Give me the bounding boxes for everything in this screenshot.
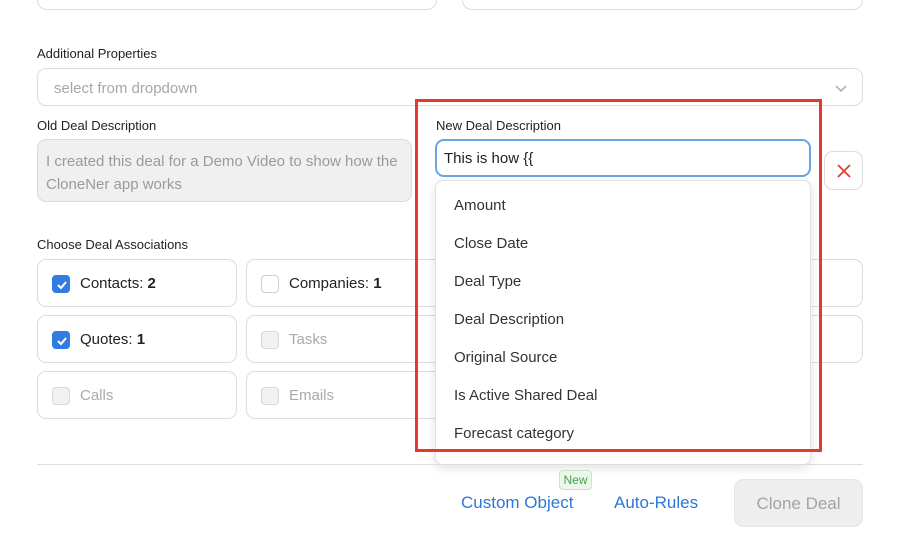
clone-deal-label: Clone Deal <box>756 494 841 513</box>
auto-rules-link[interactable]: Auto-Rules <box>614 493 698 513</box>
tasks-checkbox <box>261 331 279 349</box>
calls-label: Calls <box>80 387 114 404</box>
association-companies[interactable]: Companies: 1 <box>246 259 446 307</box>
new-badge: New <box>559 470 592 490</box>
chevron-down-icon <box>835 85 847 92</box>
clone-deal-button[interactable]: Clone Deal <box>734 479 863 527</box>
associations-label: Choose Deal Associations <box>37 237 189 252</box>
tasks-label: Tasks <box>289 331 328 348</box>
dropdown-option-is-active-shared-deal[interactable]: Is Active Shared Deal <box>454 387 597 404</box>
remove-description-button[interactable] <box>824 151 863 190</box>
dropdown-option-original-source[interactable]: Original Source <box>454 349 557 366</box>
calls-checkbox <box>52 387 70 405</box>
association-contacts[interactable]: Contacts: 2 <box>37 259 237 307</box>
additional-properties-placeholder: select from dropdown <box>54 80 198 97</box>
emails-checkbox <box>261 387 279 405</box>
emails-label: Emails <box>289 387 335 404</box>
old-description-field: I created this deal for a Demo Video to … <box>37 139 412 202</box>
checkmark-icon <box>57 337 67 346</box>
custom-object-link[interactable]: Custom Object <box>461 493 573 513</box>
dropdown-option-close-date[interactable]: Close Date <box>454 235 528 252</box>
footer-divider <box>37 464 863 465</box>
association-calls: Calls <box>37 371 237 419</box>
quotes-label: Quotes: 1 <box>80 331 146 348</box>
association-third-column-edge[interactable] <box>812 259 863 307</box>
previous-field-right[interactable] <box>462 0 863 10</box>
dropdown-option-forecast-category[interactable]: Forecast category <box>454 425 574 442</box>
checkmark-icon <box>57 281 67 290</box>
dropdown-option-amount[interactable]: Amount <box>454 197 506 214</box>
contacts-checkbox[interactable] <box>52 275 70 293</box>
additional-properties-select[interactable]: select from dropdown <box>37 68 863 106</box>
new-description-value: This is how {{ <box>444 150 534 167</box>
old-description-text: I created this deal for a Demo Video to … <box>46 153 398 193</box>
quotes-checkbox[interactable] <box>52 331 70 349</box>
companies-label: Companies: 1 <box>289 275 382 292</box>
additional-properties-label: Additional Properties <box>37 46 157 61</box>
new-description-label: New Deal Description <box>436 118 561 133</box>
association-emails: Emails <box>246 371 446 419</box>
association-quotes[interactable]: Quotes: 1 <box>37 315 237 363</box>
close-icon <box>837 164 851 178</box>
old-description-label: Old Deal Description <box>37 118 157 133</box>
dropdown-option-deal-description[interactable]: Deal Description <box>454 311 564 328</box>
dropdown-option-deal-type[interactable]: Deal Type <box>454 273 521 290</box>
association-third-column-edge[interactable] <box>812 315 863 363</box>
property-token-dropdown: Amount Close Date Deal Type Deal Descrip… <box>435 180 811 465</box>
association-tasks: Tasks <box>246 315 446 363</box>
previous-field-left[interactable] <box>37 0 437 10</box>
new-description-input[interactable]: This is how {{ <box>435 139 811 177</box>
companies-checkbox[interactable] <box>261 275 279 293</box>
contacts-label: Contacts: 2 <box>80 275 156 292</box>
